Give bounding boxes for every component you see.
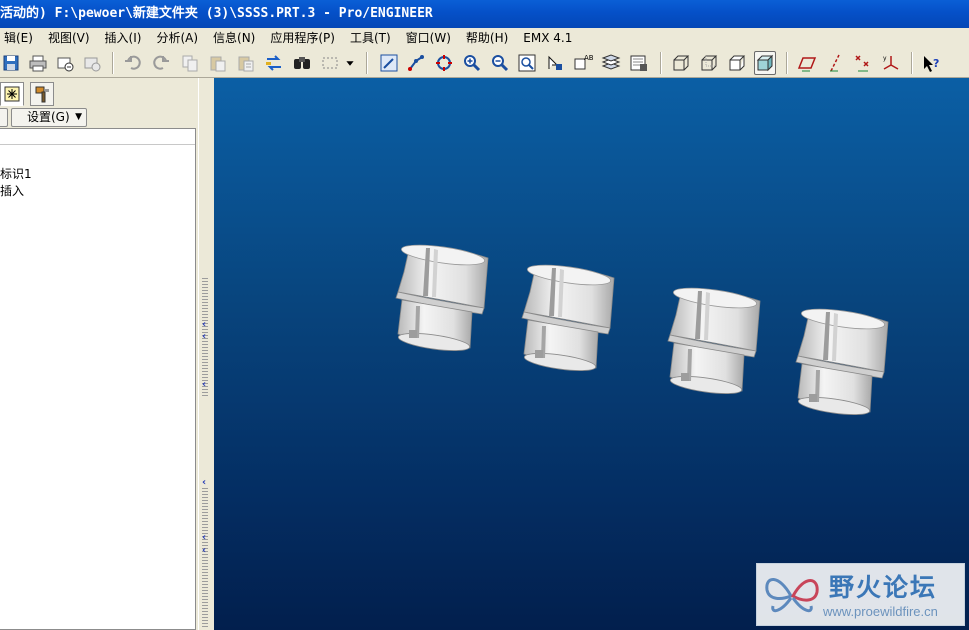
tree-item-insert-here[interactable]: 插入 (0, 182, 24, 199)
splitter-grip (202, 488, 208, 628)
datum-axes-icon[interactable] (824, 51, 846, 75)
chevron-left-icon: ‹ (202, 477, 207, 488)
menu-view[interactable]: 视图(V) (44, 29, 94, 47)
mail-icon[interactable] (81, 51, 103, 75)
regenerate-icon[interactable] (263, 51, 285, 75)
menu-analysis[interactable]: 分析(A) (152, 29, 202, 47)
undo-icon[interactable] (122, 51, 144, 75)
toolbar-separator (660, 52, 662, 74)
toolbar-separator (786, 52, 788, 74)
wireframe-icon[interactable] (670, 51, 692, 75)
zoom-in-icon[interactable] (461, 51, 483, 75)
context-help-icon[interactable]: ? (920, 51, 942, 75)
no-hidden-icon[interactable] (726, 51, 748, 75)
model-view (395, 240, 889, 419)
panel-splitter[interactable]: ‹ ‹ ‹ ‹ ‹ ‹ (198, 78, 214, 630)
settings-row: 设置(G) ▼ (0, 108, 200, 128)
toolbar-separator (911, 52, 913, 74)
toolbar-separator (366, 52, 368, 74)
view-manager-icon[interactable] (628, 51, 650, 75)
datum-planes-icon[interactable] (796, 51, 818, 75)
zoom-out-icon[interactable] (489, 51, 511, 75)
graphics-window[interactable] (214, 78, 969, 630)
menu-window[interactable]: 窗口(W) (402, 29, 455, 47)
shading-icon[interactable] (754, 51, 776, 75)
svg-text:AB: AB (584, 54, 593, 62)
find-icon[interactable] (291, 51, 313, 75)
menu-tools[interactable]: 工具(T) (346, 29, 395, 47)
show-button[interactable] (0, 108, 8, 127)
datum-points-icon[interactable] (852, 51, 874, 75)
chevron-left-icon: ‹ (202, 319, 207, 330)
hammer-icon (35, 86, 49, 103)
tree-item-annotation[interactable]: 标识1 (0, 165, 32, 182)
send-icon[interactable] (54, 51, 76, 75)
menu-help[interactable]: 帮助(H) (462, 29, 512, 47)
tree-header (0, 129, 195, 145)
menu-bar: 辑(E) 视图(V) 插入(I) 分析(A) 信息(N) 应用程序(P) 工具(… (0, 28, 969, 48)
menu-emx[interactable]: EMX 4.1 (519, 29, 576, 47)
model-part-2[interactable] (521, 260, 615, 375)
watermark-title: 野火论坛 (829, 573, 938, 602)
svg-text:y: y (883, 55, 887, 62)
print-icon[interactable] (27, 51, 49, 75)
repaint-icon[interactable] (378, 51, 400, 75)
chevron-left-icon: ‹ (202, 379, 207, 390)
tab-folder-browser[interactable] (30, 82, 54, 106)
model-tree: 标识1 插入 (0, 128, 196, 630)
dropdown-arrow-icon[interactable] (341, 51, 359, 75)
refit-icon[interactable] (516, 51, 538, 75)
layers-icon[interactable] (600, 51, 622, 75)
coordinate-systems-icon[interactable]: y (880, 51, 902, 75)
saved-views-icon[interactable]: AB (572, 51, 594, 75)
model-part-3[interactable] (667, 283, 761, 398)
menu-edit[interactable]: 辑(E) (0, 29, 37, 47)
paste-icon[interactable] (207, 51, 229, 75)
window-title-bar: 活动的) F:\pewoer\新建文件夹 (3)\SSSS.PRT.3 - Pr… (0, 0, 969, 28)
model-part-1[interactable] (395, 240, 489, 355)
chevron-left-icon: ‹ (202, 532, 207, 543)
butterfly-logo-icon (765, 578, 819, 613)
reorient-icon[interactable] (544, 51, 566, 75)
forum-watermark: 野火论坛 www.proewildfire.cn (756, 563, 965, 626)
chevron-left-icon: ‹ (202, 331, 207, 342)
menu-insert[interactable]: 插入(I) (101, 29, 146, 47)
redo-icon[interactable] (150, 51, 172, 75)
panel-tabs (0, 80, 200, 106)
chevron-left-icon: ‹ (202, 545, 207, 556)
model-tree-icon (4, 86, 20, 102)
svg-text:?: ? (933, 57, 939, 70)
window-title: 活动的) F:\pewoer\新建文件夹 (3)\SSSS.PRT.3 - Pr… (0, 6, 433, 21)
chevron-down-icon: ▼ (75, 112, 82, 122)
watermark-url: www.proewildfire.cn (823, 604, 938, 619)
menu-applications[interactable]: 应用程序(P) (266, 29, 339, 47)
select-box-icon[interactable] (319, 51, 341, 75)
settings-label: 设置(G) (27, 110, 70, 124)
save-icon[interactable] (0, 51, 22, 75)
hidden-line-icon[interactable] (698, 51, 720, 75)
orient-icon[interactable] (433, 51, 455, 75)
model-tree-panel: 设置(G) ▼ 标识1 插入 (0, 78, 200, 630)
settings-button[interactable]: 设置(G) ▼ (11, 108, 87, 127)
paste-special-icon[interactable] (235, 51, 257, 75)
menu-info[interactable]: 信息(N) (209, 29, 259, 47)
spin-center-icon[interactable] (405, 51, 427, 75)
tab-model-tree[interactable] (0, 82, 24, 106)
main-toolbar: AB y ? (0, 48, 969, 78)
toolbar-separator (112, 52, 114, 74)
copy-icon[interactable] (179, 51, 201, 75)
model-part-4[interactable] (795, 304, 889, 419)
